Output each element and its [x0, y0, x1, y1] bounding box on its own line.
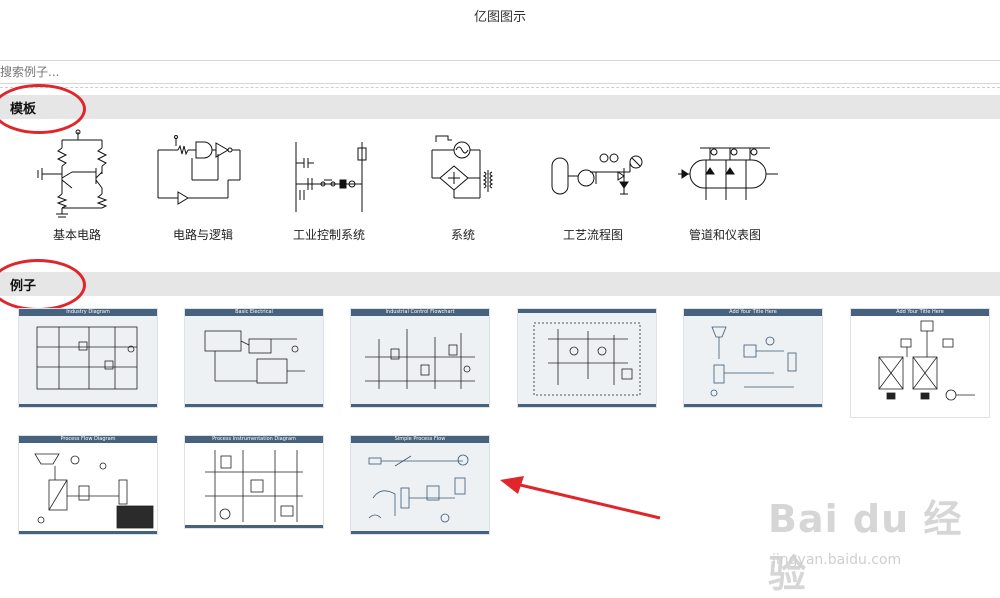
annotation-circle-examples [0, 259, 86, 311]
section-header-templates[interactable]: 模板 [0, 95, 1000, 119]
window-title: 亿图图示 [473, 10, 526, 25]
template-circuit-logic[interactable]: 电路与逻辑 [138, 128, 268, 246]
diagram-preview [365, 329, 475, 389]
thumbnail-title: Industrial Control Flowchart [351, 309, 489, 316]
thumbnail-title: Basic Electrical [185, 309, 323, 316]
thumbnail-footer [185, 525, 323, 528]
basic-circuit-icon [37, 129, 108, 218]
thumbnail-title: Simple Process Flow [351, 436, 489, 443]
annotation-circle-templates [0, 84, 86, 134]
thumbnail-footer [351, 404, 489, 407]
diagram-preview [710, 326, 797, 397]
thumbnail-footer [518, 404, 656, 407]
system-icon [431, 135, 494, 199]
template-label: 工艺流程图 [562, 228, 623, 242]
annotation-arrow [500, 476, 661, 520]
example-thumbnail-4[interactable] [517, 308, 657, 408]
example-thumbnail-9[interactable]: Simple Process Flow [350, 435, 490, 535]
template-basic-circuit[interactable]: 基本电路 [12, 128, 142, 246]
piping-instrument-icon [678, 147, 778, 200]
example-thumbnail-7[interactable]: Process Flow Diagram [18, 435, 158, 535]
diagram-preview [878, 320, 975, 401]
example-thumbnail-1[interactable]: Industry Diagram [18, 308, 158, 408]
template-label: 电路与逻辑 [172, 228, 233, 242]
template-label: 工业控制系统 [292, 228, 365, 242]
example-thumbnail-5[interactable]: Add Your Title Here [683, 308, 823, 408]
watermark-url: jingyan.baidu.com [772, 552, 902, 568]
thumbnail-title [518, 309, 656, 313]
thumbnail-footer [185, 404, 323, 407]
search-input[interactable] [0, 62, 400, 82]
thumbnail-title: Process Instrumentation Diagram [185, 436, 323, 443]
diagram-preview [204, 330, 305, 384]
example-thumbnail-8[interactable]: Process Instrumentation Diagram [184, 435, 324, 529]
circuit-logic-icon [157, 135, 241, 205]
industrial-control-icon [295, 142, 367, 212]
search-bar [0, 60, 1000, 84]
template-label: 基本电路 [52, 228, 101, 242]
thumbnail-title: Industry Diagram [19, 309, 157, 316]
diagram-preview [36, 326, 138, 390]
watermark-brand: Bai du 经验 [768, 497, 963, 596]
section-header-examples[interactable]: 例子 [0, 272, 1000, 296]
thumbnail-title: Process Flow Diagram [19, 436, 157, 443]
template-label: 管道和仪表图 [688, 228, 761, 242]
baidu-watermark: Bai du 经验 jingyan.baidu.com [768, 488, 1000, 598]
template-industrial-control[interactable]: 工业控制系统 [264, 128, 394, 246]
diagram-preview [205, 450, 303, 522]
example-thumbnail-2[interactable]: Basic Electrical [184, 308, 324, 408]
thumbnail-footer [19, 404, 157, 407]
example-thumbnail-6[interactable]: Add Your Title Here [850, 308, 990, 418]
diagram-preview [34, 453, 154, 529]
template-system[interactable]: 系统 [398, 128, 528, 246]
template-piping-instrument[interactable]: 管道和仪表图 [660, 128, 790, 246]
thumbnail-title: Add Your Title Here [684, 309, 822, 316]
thumbnail-footer [684, 404, 822, 407]
process-flow-icon [551, 153, 643, 195]
template-label: 系统 [450, 228, 475, 242]
diagram-preview [368, 454, 469, 523]
template-process-flow[interactable]: 工艺流程图 [528, 128, 658, 246]
example-thumbnail-3[interactable]: Industrial Control Flowchart [350, 308, 490, 408]
thumbnail-footer [19, 531, 157, 534]
thumbnail-title: Add Your Title Here [851, 309, 989, 316]
divider [0, 87, 1000, 88]
thumbnail-footer [351, 531, 489, 534]
diagram-preview [533, 322, 641, 396]
